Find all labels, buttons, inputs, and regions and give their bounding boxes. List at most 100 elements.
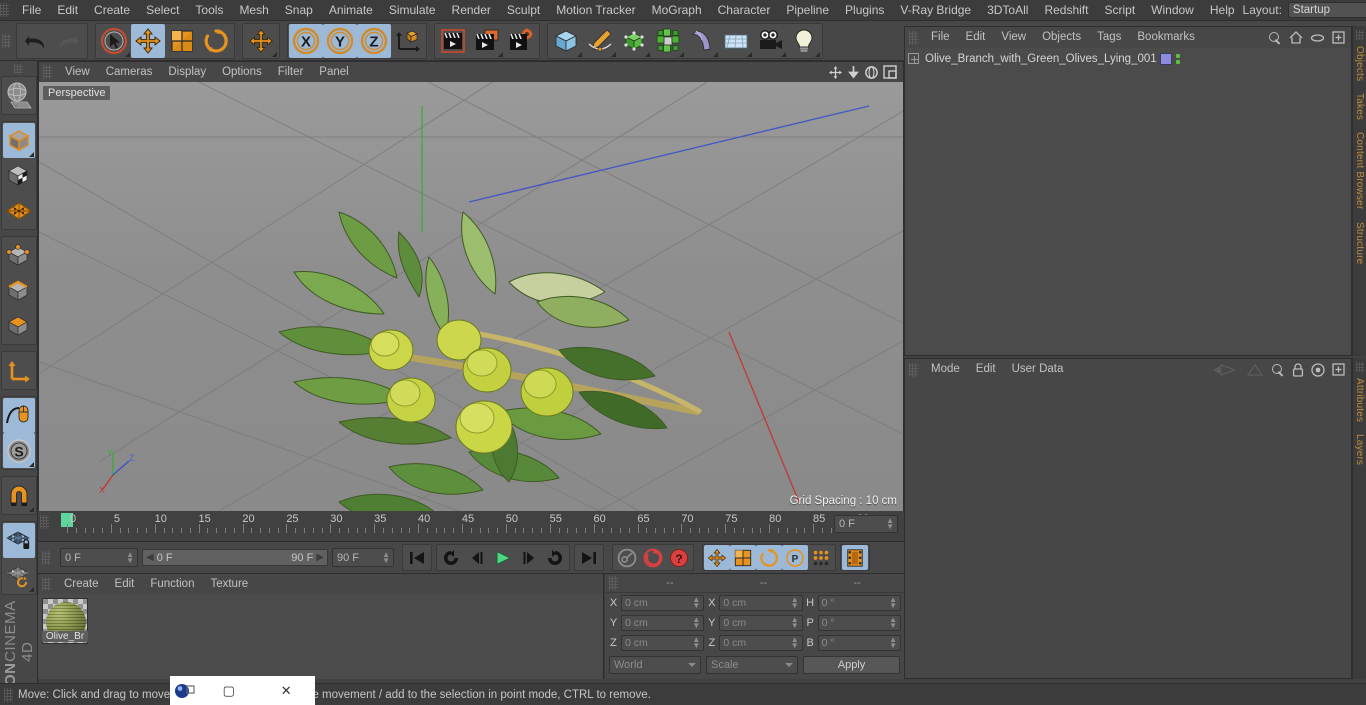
- toolbar-grip-icon[interactable]: [2, 33, 11, 48]
- play-button[interactable]: [490, 545, 516, 570]
- lock-icon[interactable]: [1292, 362, 1304, 377]
- enable-snapping[interactable]: [3, 478, 35, 513]
- spinner-icon[interactable]: ▲ ▼: [382, 550, 390, 564]
- add-cube-button[interactable]: [549, 23, 583, 58]
- add-mograph-button[interactable]: [651, 23, 685, 58]
- rotate-icon[interactable]: [864, 65, 879, 80]
- spinner-icon[interactable]: ▲ ▼: [889, 616, 897, 630]
- material-menu-create[interactable]: Create: [56, 574, 107, 594]
- live-selection-tool[interactable]: [97, 23, 131, 58]
- texture-mode[interactable]: [3, 158, 35, 193]
- add-spline-button[interactable]: [583, 23, 617, 58]
- record-active-objects-button[interactable]: [614, 545, 640, 570]
- object-menu-objects[interactable]: Objects: [1034, 27, 1089, 48]
- new-panel-icon[interactable]: [1332, 31, 1345, 44]
- lock-x-axis[interactable]: X: [289, 23, 323, 58]
- material-tag-icon[interactable]: [1159, 52, 1172, 65]
- points-mode[interactable]: [3, 238, 35, 273]
- keyframe-selection-button[interactable]: ?: [666, 545, 692, 570]
- range-left-arrow-icon[interactable]: ◀: [146, 552, 154, 563]
- viewport-menu-panel[interactable]: Panel: [311, 62, 356, 82]
- spinner-icon[interactable]: ▲ ▼: [886, 517, 894, 531]
- viewport-menu-filter[interactable]: Filter: [270, 62, 312, 82]
- enable-axis-modification[interactable]: [3, 353, 35, 388]
- rotate-tool[interactable]: [199, 23, 233, 58]
- olive-branch-model[interactable]: [39, 82, 903, 511]
- spinner-icon[interactable]: ▲ ▼: [692, 596, 700, 610]
- pos-z-field[interactable]: 0 cm ▲ ▼: [621, 635, 705, 651]
- redo-button[interactable]: [52, 23, 86, 58]
- material-grip-icon[interactable]: [42, 577, 51, 591]
- pos-y-field[interactable]: 0 cm ▲ ▼: [621, 615, 705, 631]
- material-item[interactable]: Olive_Br: [42, 598, 90, 644]
- autokeying-button[interactable]: [640, 545, 666, 570]
- key-parameter-toggle[interactable]: P: [782, 545, 808, 570]
- menu-item-motion-tracker[interactable]: Motion Tracker: [548, 0, 643, 21]
- timeline-ruler[interactable]: 051015202530354045505560657075808590: [51, 511, 869, 541]
- spinner-icon[interactable]: ▲ ▼: [791, 636, 799, 650]
- attributes-menu-user-data[interactable]: User Data: [1004, 359, 1072, 380]
- key-position-toggle[interactable]: [704, 545, 730, 570]
- model-mode[interactable]: [2, 123, 35, 158]
- texture-axis-tool[interactable]: [3, 78, 35, 113]
- scale-tool[interactable]: [165, 23, 199, 58]
- go-to-end-button[interactable]: [576, 545, 602, 570]
- search-icon[interactable]: [1268, 31, 1282, 45]
- undo-button[interactable]: [18, 23, 52, 58]
- rail-attributes[interactable]: Attributes Layers: [1352, 358, 1366, 679]
- menu-item-3dtoall[interactable]: 3DToAll: [979, 0, 1036, 21]
- viewport-menu-cameras[interactable]: Cameras: [98, 62, 161, 82]
- object-menu-edit[interactable]: Edit: [958, 27, 994, 48]
- menu-item-mograph[interactable]: MoGraph: [644, 0, 710, 21]
- key-scale-toggle[interactable]: [730, 545, 756, 570]
- spinner-icon[interactable]: ▲ ▼: [791, 616, 799, 630]
- expand-icon[interactable]: [908, 53, 919, 64]
- attributes-content[interactable]: [905, 380, 1351, 678]
- prev-object-icon[interactable]: [1211, 363, 1239, 377]
- dolly-icon[interactable]: [847, 65, 860, 80]
- object-grip-icon[interactable]: [909, 30, 918, 45]
- lock-y-axis[interactable]: Y: [323, 23, 357, 58]
- menu-item-script[interactable]: Script: [1096, 0, 1143, 21]
- close-button[interactable]: ✕: [258, 683, 316, 699]
- object-menu-bookmarks[interactable]: Bookmarks: [1129, 27, 1203, 48]
- viewport-menu-options[interactable]: Options: [214, 62, 270, 82]
- ellipse-icon[interactable]: [1310, 33, 1325, 43]
- timeline-mode-toggle[interactable]: [842, 545, 868, 570]
- spinner-icon[interactable]: ▲ ▼: [889, 636, 897, 650]
- material-list[interactable]: Olive_Br: [38, 594, 603, 679]
- add-deformer-button[interactable]: [685, 23, 719, 58]
- status-grip-icon[interactable]: [4, 687, 13, 702]
- preview-range-slider[interactable]: ◀ 0 F 90 F ▶: [142, 549, 328, 566]
- rail-grip-icon[interactable]: [1355, 362, 1364, 372]
- new-panel-icon[interactable]: [1332, 363, 1345, 376]
- pan-icon[interactable]: [828, 65, 843, 80]
- next-keyframe-button[interactable]: [542, 545, 568, 570]
- menu-item-sculpt[interactable]: Sculpt: [499, 0, 548, 21]
- object-tree-row[interactable]: 0 Olive_Branch_with_Green_Olives_Lying_0…: [905, 50, 1351, 67]
- lock-workplane[interactable]: [2, 523, 35, 558]
- step-back-button[interactable]: [464, 545, 490, 570]
- viewport-solo-tool[interactable]: [2, 398, 35, 433]
- size-y-field[interactable]: 0 cm ▲ ▼: [719, 615, 803, 631]
- coordinate-system-toggle[interactable]: [391, 23, 425, 58]
- coordinate-system-dropdown[interactable]: World: [609, 656, 701, 674]
- size-x-field[interactable]: 0 cm ▲ ▼: [719, 595, 803, 611]
- object-tree[interactable]: 0 Olive_Branch_with_Green_Olives_Lying_0…: [905, 48, 1351, 355]
- menu-item-render[interactable]: Render: [444, 0, 499, 21]
- attributes-menu-edit[interactable]: Edit: [968, 359, 1004, 380]
- move-tool[interactable]: [131, 23, 165, 58]
- move-duplicate-tool[interactable]: [244, 23, 278, 58]
- next-object-icon[interactable]: [1246, 363, 1264, 377]
- menu-item-snap[interactable]: Snap: [277, 0, 321, 21]
- rot-p-field[interactable]: 0 ° ▲ ▼: [817, 615, 901, 631]
- spinner-icon[interactable]: ▲ ▼: [791, 596, 799, 610]
- size-z-field[interactable]: 0 cm ▲ ▼: [719, 635, 803, 651]
- menu-item-mesh[interactable]: Mesh: [231, 0, 276, 21]
- render-region-button[interactable]: [470, 23, 504, 58]
- spinner-icon[interactable]: ▲ ▼: [889, 596, 897, 610]
- object-menu-file[interactable]: File: [923, 27, 958, 48]
- home-icon[interactable]: [1289, 31, 1303, 44]
- render-view-button[interactable]: [436, 23, 470, 58]
- overlay-window[interactable]: ▢ ✕: [170, 676, 315, 705]
